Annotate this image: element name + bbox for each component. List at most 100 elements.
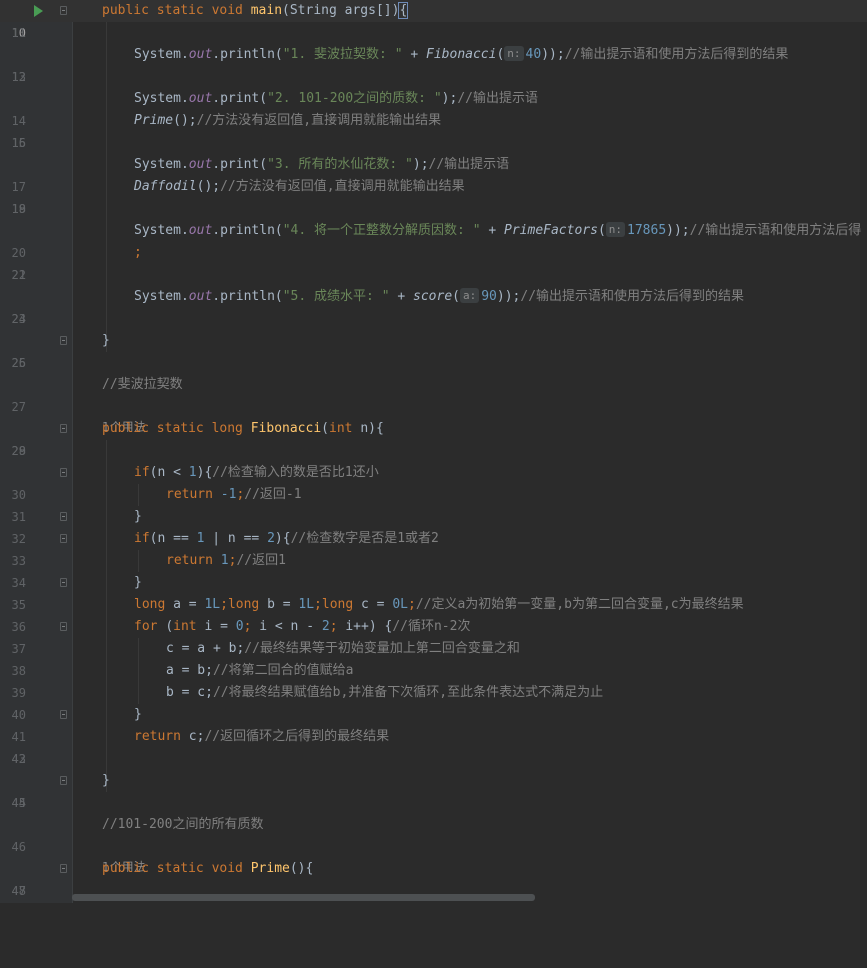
code-token: System. <box>134 289 189 304</box>
code-line[interactable]: 46 //101-200之间的所有质数 <box>0 814 867 854</box>
code-line[interactable]: 40 b = c;//将最终结果赋值给b,并准备下次循环,至此条件表达式不满足为… <box>0 682 867 722</box>
fold-icon[interactable] <box>60 336 67 345</box>
code-line[interactable]: 23 System.out.println("5. 成绩水平: " + scor… <box>0 286 867 326</box>
code-token: { <box>398 2 409 19</box>
code-line[interactable]: 11 <box>0 22 867 44</box>
code-token: out <box>188 223 213 238</box>
code-token: "1. 斐波拉契数: " <box>282 47 403 62</box>
code-token: 2 <box>321 619 330 634</box>
code-token: Daffodil <box>134 179 197 194</box>
code-editor[interactable]: 1 0 public static void main(String args[]… <box>0 0 867 903</box>
code-comment: //返回1 <box>236 553 286 568</box>
code-line[interactable]: 13 <box>0 66 867 88</box>
usage-hint-row: 1个用法 <box>0 397 867 434</box>
line-number: 45 <box>11 796 26 810</box>
code-comment: //输出提示语和使用方法后得到的结果 <box>564 47 789 62</box>
code-line[interactable]: 21 ; <box>0 242 867 282</box>
code-comment: //斐波拉契数 <box>102 377 183 392</box>
fold-icon[interactable] <box>60 578 67 587</box>
code-token: return <box>134 729 189 744</box>
code-token: ){ <box>196 465 213 480</box>
code-token: (n == <box>149 531 197 546</box>
code-line[interactable]: 18 Daffodil();//方法没有返回值,直接调用就能输出结果 <box>0 176 867 216</box>
code-line[interactable]: 30 if(n < 1){//检查输入的数是否比1还小 <box>0 462 867 502</box>
code-line[interactable]: 42 return c;//返回循环之后得到的最终结果 <box>0 726 867 766</box>
code-token: + <box>389 289 414 304</box>
code-token: (); <box>173 113 197 128</box>
code-line[interactable]: 36 long a = 1L;long b = 1L;long c = 0L;/… <box>0 594 867 634</box>
code-line[interactable]: 27 //斐波拉契数 <box>0 374 867 414</box>
line-number: 26 <box>11 356 26 370</box>
fold-icon[interactable] <box>60 776 67 785</box>
code-line[interactable]: 29 <box>0 440 867 462</box>
fold-icon[interactable] <box>60 622 67 631</box>
code-line[interactable]: 22 <box>0 264 867 286</box>
code-line[interactable]: 32 } <box>0 506 867 546</box>
code-line[interactable]: 17 System.out.print("3. 所有的水仙花数: ");//输出… <box>0 154 867 194</box>
code-token: b = c; <box>166 685 213 700</box>
code-comment: //检查输入的数是否比1还小 <box>212 465 379 480</box>
code-token: a = <box>173 597 205 612</box>
code-line[interactable]: 10 public static void main(String args[]… <box>0 0 867 40</box>
code-line[interactable]: 35 } <box>0 572 867 612</box>
code-line[interactable]: 44 } <box>0 770 867 810</box>
code-line[interactable]: 28 public static long Fibonacci(int n){ <box>0 418 867 458</box>
line-number: 43 <box>11 752 26 766</box>
code-token: System. <box>134 157 189 172</box>
run-icon[interactable] <box>34 5 43 17</box>
code-line[interactable]: 47 public static void Prime(){ <box>0 858 867 898</box>
fold-icon[interactable] <box>60 512 67 521</box>
fold-icon[interactable] <box>60 710 67 719</box>
code-comment: //输出提示语和使用方法后得到的结果 <box>520 289 745 304</box>
code-line[interactable]: 39 a = b;//将第二回合的值赋给a <box>0 660 867 700</box>
code-token: int <box>173 619 205 634</box>
code-line[interactable]: 25 } <box>0 330 867 370</box>
code-token: out <box>188 47 213 62</box>
code-line[interactable]: 26 <box>0 352 867 374</box>
code-token: "3. 所有的水仙花数: " <box>267 157 413 172</box>
code-line[interactable]: 37 for (int i = 0; i < n - 2; i++) {//循环… <box>0 616 867 656</box>
code-token: )); <box>496 289 521 304</box>
code-line[interactable]: 16 <box>0 132 867 154</box>
code-token: main <box>250 3 283 18</box>
code-line[interactable]: 34 return 1;//返回1 <box>0 550 867 590</box>
code-line[interactable]: 33 if(n == 1 | n == 2){//检查数字是否是1或者2 <box>0 528 867 568</box>
code-token: } <box>134 575 142 590</box>
code-token: 40 <box>525 47 542 62</box>
fold-icon[interactable] <box>60 468 67 477</box>
code-line[interactable]: 15 Prime();//方法没有返回值,直接调用就能输出结果 <box>0 110 867 150</box>
code-token: (String args[]) <box>282 3 400 18</box>
code-line[interactable]: 14 System.out.print("2. 101-200之间的质数: ")… <box>0 88 867 128</box>
code-token: (); <box>196 179 221 194</box>
code-line[interactable]: 38 c = a + b;//最终结果等于初始变量加上第二回合变量之和 <box>0 638 867 678</box>
code-token: (){ <box>289 861 314 876</box>
code-token: out <box>188 91 213 106</box>
code-line[interactable]: 43 <box>0 748 867 770</box>
code-token: .println( <box>212 223 283 238</box>
code-token: } <box>134 509 142 524</box>
code-line[interactable]: 24 <box>0 308 867 330</box>
code-token: PrimeFactors <box>504 223 598 238</box>
code-comment: //返回-1 <box>244 487 302 502</box>
fold-icon[interactable] <box>60 424 67 433</box>
fold-icon[interactable] <box>60 534 67 543</box>
code-comment: //将第二回合的值赋给a <box>212 663 354 678</box>
code-comment: //最终结果等于初始变量加上第二回合变量之和 <box>244 641 520 656</box>
code-token: System. <box>134 47 189 62</box>
code-line[interactable]: 20 System.out.println("4. 将一个正整数分解质因数: "… <box>0 220 867 260</box>
code-token: } <box>102 773 110 788</box>
code-comment: //方法没有返回值,直接调用就能输出结果 <box>196 113 442 128</box>
code-line[interactable]: 45 <box>0 792 867 814</box>
code-token: Fibonacci <box>250 421 322 436</box>
code-token: Prime <box>134 113 174 128</box>
code-token: "2. 101-200之间的质数: " <box>267 91 442 106</box>
code-token: ); <box>412 157 429 172</box>
horizontal-scrollbar-thumb[interactable] <box>72 894 535 901</box>
code-line[interactable]: 19 <box>0 198 867 220</box>
code-line[interactable]: 12 System.out.println("1. 斐波拉契数: " + Fib… <box>0 44 867 84</box>
code-line[interactable]: 41 } <box>0 704 867 744</box>
code-line[interactable]: 31 return -1;//返回-1 <box>0 484 867 524</box>
code-token: if <box>134 465 150 480</box>
fold-icon[interactable] <box>60 6 67 15</box>
fold-icon[interactable] <box>60 864 67 873</box>
